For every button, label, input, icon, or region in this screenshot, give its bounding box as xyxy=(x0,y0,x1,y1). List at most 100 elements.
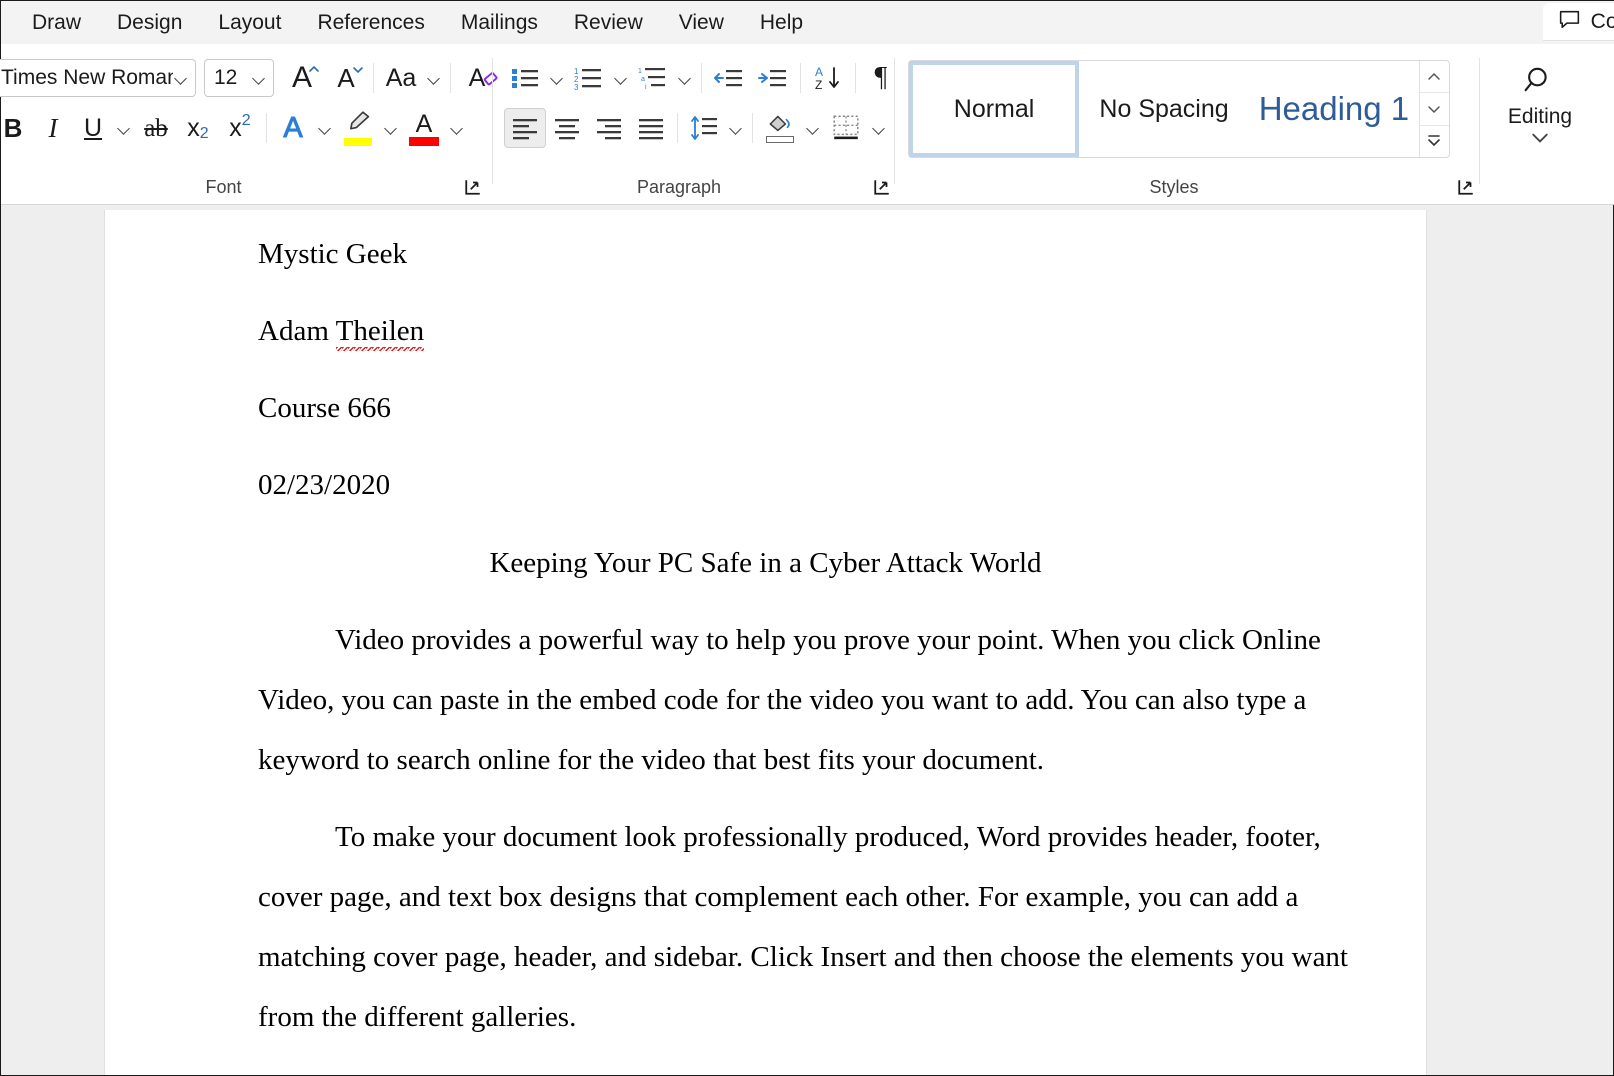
styles-gallery[interactable]: Normal No Spacing Heading 1 xyxy=(908,60,1450,158)
sep-paragraph-styles xyxy=(894,58,895,184)
underline-chevron[interactable] xyxy=(113,108,135,148)
font-color-chevron[interactable] xyxy=(446,108,468,148)
highlighter-pen-icon xyxy=(345,110,372,137)
shrink-font-button[interactable]: A xyxy=(324,58,368,98)
pilcrow-icon: ¶ xyxy=(875,64,888,92)
style-item-normal[interactable]: Normal xyxy=(909,61,1079,157)
justify-button[interactable] xyxy=(630,108,672,148)
shading-chevron[interactable] xyxy=(802,108,824,148)
sort-icon: A Z xyxy=(812,64,844,92)
shading-color-bar xyxy=(766,136,794,143)
text-highlight-button[interactable] xyxy=(336,108,380,148)
text-highlight-chevron[interactable] xyxy=(380,108,402,148)
doc-title: Keeping Your PC Safe in a Cyber Attack W… xyxy=(105,547,1426,580)
doc-text: keyword to search online for the video t… xyxy=(258,744,1044,776)
increase-indent-icon xyxy=(757,65,789,91)
doc-p1-line3: keyword to search online for the video t… xyxy=(258,744,1044,777)
decrease-indent-icon xyxy=(713,65,745,91)
styles-gallery-scroll[interactable] xyxy=(1419,61,1449,157)
bold-button[interactable]: B xyxy=(0,108,33,148)
tab-design[interactable]: Design xyxy=(100,7,199,39)
line-spacing-icon xyxy=(689,114,719,142)
align-right-button[interactable] xyxy=(588,108,630,148)
show-formatting-marks-button[interactable]: ¶ xyxy=(861,58,901,98)
borders-button[interactable] xyxy=(824,108,868,148)
numbering-chevron[interactable] xyxy=(610,58,632,98)
chevron-down-icon xyxy=(383,120,399,136)
doc-text: Adam xyxy=(258,315,336,347)
tab-review[interactable]: Review xyxy=(557,7,660,39)
bullets-chevron[interactable] xyxy=(546,58,568,98)
document-page[interactable]: Mystic Geek Adam Theilen Course 666 02/2… xyxy=(104,210,1427,1075)
tab-view[interactable]: View xyxy=(662,7,741,39)
strikethrough-button[interactable]: ab xyxy=(135,108,177,148)
styles-scroll-up-button[interactable] xyxy=(1420,61,1449,93)
subscript-button[interactable]: x 2 xyxy=(177,108,219,148)
multilevel-list-chevron[interactable] xyxy=(674,58,696,98)
tab-mailings[interactable]: Mailings xyxy=(444,7,555,39)
tab-layout[interactable]: Layout xyxy=(201,7,298,39)
italic-button[interactable]: I xyxy=(33,108,73,148)
bold-label: B xyxy=(4,115,23,141)
borders-chevron[interactable] xyxy=(868,108,890,148)
superscript-label: x xyxy=(229,116,242,141)
clear-formatting-button[interactable]: A xyxy=(456,58,502,98)
style-item-heading-1[interactable]: Heading 1 xyxy=(1249,61,1419,157)
document-canvas[interactable]: Mystic Geek Adam Theilen Course 666 02/2… xyxy=(1,205,1613,1075)
grow-font-button[interactable]: A xyxy=(280,58,324,98)
increase-indent-button[interactable] xyxy=(751,58,795,98)
shading-button[interactable] xyxy=(758,108,802,148)
doc-text: 02/23/2020 xyxy=(258,469,390,501)
doc-text: cover page, and text box designs that co… xyxy=(258,881,1298,913)
doc-p2-line4: from the different galleries. xyxy=(258,1001,576,1034)
comments-button[interactable]: Com xyxy=(1543,3,1614,41)
doc-p2-line1: To make your document look professionall… xyxy=(335,821,1321,854)
underline-button[interactable]: U xyxy=(73,108,113,148)
line-spacing-chevron[interactable] xyxy=(725,108,747,148)
numbering-button[interactable]: 1 2 3 xyxy=(568,58,610,98)
chevron-down-icon xyxy=(173,70,189,86)
font-name-combo[interactable]: Times New Roman xyxy=(0,59,196,97)
paragraph-group-label: Paragraph xyxy=(498,177,860,198)
align-left-button[interactable] xyxy=(504,108,546,148)
doc-p1-line1: Video provides a powerful way to help yo… xyxy=(335,624,1321,657)
font-group: Times New Roman 12 A A xyxy=(0,44,496,204)
paragraph-dialog-launcher[interactable] xyxy=(873,178,891,196)
justify-icon xyxy=(636,115,666,141)
sep-font-paragraph xyxy=(492,58,493,184)
line-spacing-button[interactable] xyxy=(683,108,725,148)
text-effects-button[interactable]: A xyxy=(272,108,314,148)
chevron-down-icon xyxy=(1531,131,1549,149)
tab-help[interactable]: Help xyxy=(743,7,820,39)
chevron-down-icon xyxy=(728,120,744,136)
bullets-button[interactable] xyxy=(504,58,546,98)
doc-line-course: Course 666 xyxy=(258,392,391,425)
styles-dialog-launcher[interactable] xyxy=(1457,178,1475,196)
change-case-chevron[interactable] xyxy=(423,58,445,98)
align-right-icon xyxy=(594,115,624,141)
tab-references[interactable]: References xyxy=(300,7,441,39)
decrease-indent-button[interactable] xyxy=(707,58,751,98)
change-case-button[interactable]: Aa xyxy=(379,58,423,98)
styles-scroll-down-button[interactable] xyxy=(1420,93,1449,125)
misspelled-word: Theilen xyxy=(336,315,425,351)
doc-text: matching cover page, header, and sidebar… xyxy=(258,941,1348,973)
style-item-no-spacing[interactable]: No Spacing xyxy=(1079,61,1249,157)
chevron-down-icon xyxy=(317,120,333,136)
svg-text:Z: Z xyxy=(815,78,822,92)
sort-button[interactable]: A Z xyxy=(806,58,850,98)
doc-text: Video, you can paste in the embed code f… xyxy=(258,684,1306,716)
text-effects-chevron[interactable] xyxy=(314,108,336,148)
superscript-button[interactable]: x 2 xyxy=(219,108,261,148)
styles-more-button[interactable] xyxy=(1420,126,1449,157)
tab-draw[interactable]: Draw xyxy=(15,7,98,39)
font-color-label: A xyxy=(416,111,433,137)
editing-button[interactable]: Editing xyxy=(1485,64,1595,149)
font-size-combo[interactable]: 12 xyxy=(204,59,274,97)
superscript-sup: 2 xyxy=(242,112,251,130)
svg-text:1: 1 xyxy=(638,68,642,75)
align-center-button[interactable] xyxy=(546,108,588,148)
font-dialog-launcher[interactable] xyxy=(464,178,482,196)
multilevel-list-button[interactable]: 1 a i xyxy=(632,58,674,98)
font-color-button[interactable]: A xyxy=(402,108,446,148)
